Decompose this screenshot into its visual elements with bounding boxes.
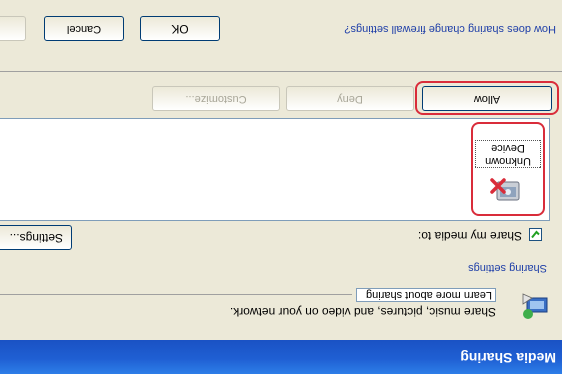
learn-more-link[interactable]: Learn more about sharing: [356, 288, 496, 302]
window-title: Media Sharing: [460, 350, 556, 366]
share-media-label: Share my media to:: [417, 229, 522, 243]
deny-button[interactable]: Deny: [286, 86, 414, 111]
device-name-label: Unknown Device: [475, 140, 541, 168]
sharing-settings-heading: Sharing settings: [468, 262, 547, 274]
ok-button[interactable]: OK: [140, 16, 220, 41]
allow-button[interactable]: Allow: [422, 86, 552, 111]
settings-button[interactable]: Settings...: [0, 225, 72, 250]
firewall-settings-link[interactable]: How does sharing change firewall setting…: [344, 23, 556, 35]
title-bar[interactable]: Media Sharing: [0, 340, 562, 374]
learn-more-link-text: Learn more about sharing: [366, 289, 492, 301]
device-list[interactable]: Unknown Device: [0, 118, 550, 221]
cancel-button[interactable]: Cancel: [44, 16, 124, 41]
apply-button[interactable]: [0, 16, 26, 41]
divider: [0, 71, 562, 72]
media-device-blocked-icon: [489, 176, 523, 206]
customize-button[interactable]: Customize...: [152, 86, 280, 111]
device-item-unknown-device[interactable]: Unknown Device: [471, 122, 545, 216]
media-sharing-dialog: Media Sharing Share music, pictures, and…: [0, 0, 562, 374]
media-sharing-icon: [520, 292, 550, 322]
divider: [0, 294, 352, 295]
share-media-checkbox[interactable]: [529, 228, 542, 241]
intro-description: Share music, pictures, and video on your…: [229, 305, 496, 319]
